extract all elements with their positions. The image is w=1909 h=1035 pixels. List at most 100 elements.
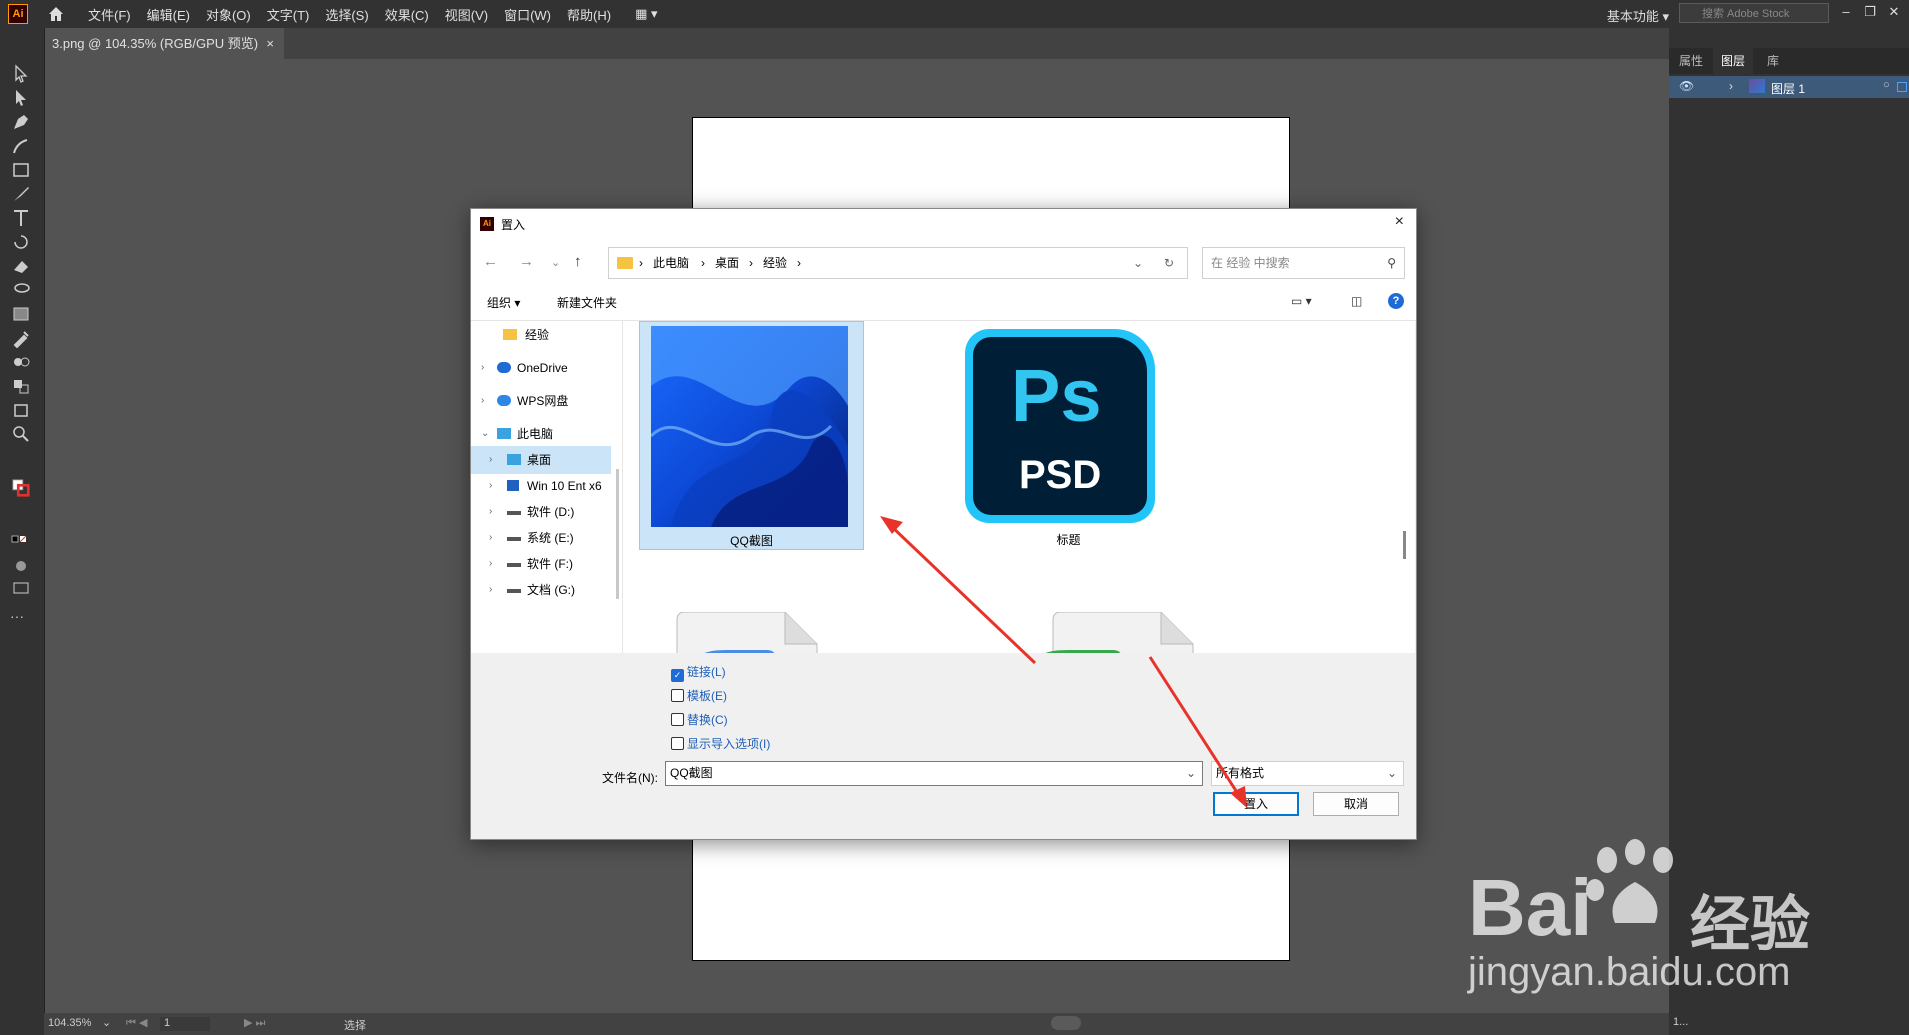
address-dropdown-icon[interactable]: ⌄ xyxy=(1133,248,1143,278)
menu-edit[interactable]: 编辑(E) xyxy=(147,5,190,24)
menu-select[interactable]: 选择(S) xyxy=(325,5,368,24)
curvature-tool-icon[interactable] xyxy=(10,136,32,156)
file-tile-partial[interactable] xyxy=(1043,611,1203,653)
view-mode-icon[interactable]: ▭ ▾ xyxy=(1291,294,1312,308)
home-icon[interactable] xyxy=(46,4,66,24)
nav-item-drive-g[interactable]: › 文档 (G:) xyxy=(471,576,611,604)
menu-object[interactable]: 对象(O) xyxy=(206,5,251,24)
menu-window[interactable]: 窗口(W) xyxy=(504,5,551,24)
breadcrumb-item[interactable]: 经验 xyxy=(763,248,787,278)
layout-grid-icon[interactable]: ▦ ▾ xyxy=(635,6,657,22)
document-tab[interactable]: 3.png @ 104.35% (RGB/GPU 预览) × xyxy=(44,28,284,59)
gradient-tool-icon[interactable] xyxy=(10,304,32,324)
nav-item-folder[interactable]: 经验 xyxy=(471,321,611,349)
nav-item-wps[interactable]: › WPS网盘 xyxy=(471,387,611,415)
place-button[interactable]: 置入 xyxy=(1213,792,1299,816)
type-tool-icon[interactable] xyxy=(10,208,32,228)
nav-item-desktop[interactable]: › 桌面 xyxy=(471,446,611,474)
draw-mode-icon[interactable] xyxy=(10,556,32,576)
zoom-level[interactable]: 104.35% xyxy=(48,1017,91,1029)
nav-item-this-pc[interactable]: ⌄ 此电脑 xyxy=(471,420,611,448)
artboard-number[interactable]: 1 xyxy=(160,1017,210,1031)
brush-tool-icon[interactable] xyxy=(10,184,32,204)
blend-tool-icon[interactable] xyxy=(10,352,32,372)
restore-icon[interactable]: ❐ xyxy=(1859,2,1881,22)
menu-effect[interactable]: 效果(C) xyxy=(385,5,429,24)
drive-icon xyxy=(507,563,521,567)
visibility-eye-icon[interactable]: 👁 xyxy=(1679,79,1694,93)
dialog-close-icon[interactable]: × xyxy=(1395,213,1404,231)
rectangle-tool-icon[interactable] xyxy=(10,160,32,180)
lasso-tool-icon[interactable] xyxy=(10,280,32,300)
template-checkbox[interactable]: 模板(E) xyxy=(671,687,727,704)
status-bar: 104.35% ⌄ ⏮ ◀ 1 ▶ ⏭ 选择 xyxy=(44,1013,1669,1035)
layer-row[interactable]: 👁 › 图层 1 ○ xyxy=(1669,76,1909,98)
nav-item-drive-e[interactable]: › 系统 (E:) xyxy=(471,524,611,552)
tab-libraries[interactable]: 库 xyxy=(1759,48,1787,74)
zoom-tool-icon[interactable] xyxy=(10,424,32,444)
nav-item-win10[interactable]: › Win 10 Ent x6 xyxy=(471,472,611,500)
address-bar[interactable]: › 此电脑 › 桌面 › 经验 › ⌄ ↻ xyxy=(608,247,1188,279)
menu-type[interactable]: 文字(T) xyxy=(267,5,310,24)
file-tile-title[interactable]: Ps PSD 标题 xyxy=(957,321,1180,548)
color-mode-icon[interactable] xyxy=(10,530,32,550)
replace-checkbox[interactable]: 替换(C) xyxy=(671,711,728,728)
nav-item-drive-f[interactable]: › 软件 (F:) xyxy=(471,550,611,578)
tab-properties[interactable]: 属性 xyxy=(1671,48,1711,74)
screen-mode-icon[interactable] xyxy=(10,578,32,598)
forward-arrow-icon[interactable]: → xyxy=(519,253,534,270)
organize-button[interactable]: 组织 ▾ xyxy=(487,294,520,311)
rotate-tool-icon[interactable] xyxy=(10,232,32,252)
expand-chevron-icon[interactable]: › xyxy=(1729,79,1733,93)
history-dropdown-icon[interactable]: ⌄ xyxy=(551,256,560,269)
back-arrow-icon[interactable]: ← xyxy=(483,253,498,270)
filename-input[interactable]: QQ截图 ⌄ xyxy=(665,761,1203,786)
stock-search-input[interactable]: 搜索 Adobe Stock xyxy=(1679,3,1829,23)
artboard-tool-icon[interactable] xyxy=(10,400,32,420)
menu-help[interactable]: 帮助(H) xyxy=(567,5,611,24)
file-type-select[interactable]: 所有格式 ⌄ xyxy=(1211,761,1404,786)
minimize-icon[interactable]: – xyxy=(1835,2,1857,22)
zoom-dropdown-icon[interactable]: ⌄ xyxy=(102,1016,111,1029)
artboard-nav-prev-icon[interactable]: ⏮ ◀ xyxy=(126,1016,147,1030)
pen-tool-icon[interactable] xyxy=(10,112,32,132)
eyedropper-tool-icon[interactable] xyxy=(10,328,32,348)
show-import-options-checkbox[interactable]: 显示导入选项(I) xyxy=(671,735,770,752)
selection-tool-icon[interactable] xyxy=(10,64,32,84)
close-icon[interactable]: ✕ xyxy=(1883,2,1905,22)
refresh-icon[interactable]: ↻ xyxy=(1164,248,1174,278)
tab-close-icon[interactable]: × xyxy=(266,28,274,59)
menu-view[interactable]: 视图(V) xyxy=(445,5,488,24)
layer-name[interactable]: 图层 1 xyxy=(1771,80,1805,97)
horizontal-scrollbar-thumb[interactable] xyxy=(1051,1016,1081,1030)
breadcrumb-item[interactable]: 此电脑 xyxy=(653,248,689,278)
up-arrow-icon[interactable]: ↑ xyxy=(574,253,582,270)
filename-dropdown-icon[interactable]: ⌄ xyxy=(1186,762,1196,785)
workspace-switcher[interactable]: 基本功能 ▾ xyxy=(1607,6,1669,25)
fill-stroke-swatch-icon[interactable] xyxy=(10,478,32,498)
nav-scrollbar[interactable] xyxy=(616,469,619,599)
nav-item-drive-d[interactable]: › 软件 (D:) xyxy=(471,498,611,526)
artboard-nav-next-icon[interactable]: ▶ ⏭ xyxy=(244,1016,265,1030)
file-tile-qq[interactable]: QQ截图 xyxy=(639,321,864,550)
cancel-button[interactable]: 取消 xyxy=(1313,792,1399,816)
folder-search-input[interactable]: 在 经验 中搜索 ⚲ xyxy=(1202,247,1405,279)
nav-item-onedrive[interactable]: › OneDrive xyxy=(471,354,611,382)
menu-bar: Ai 文件(F) 编辑(E) 对象(O) 文字(T) 选择(S) 效果(C) 视… xyxy=(0,0,1909,28)
shape-builder-icon[interactable] xyxy=(10,376,32,396)
tab-layers[interactable]: 图层 xyxy=(1713,48,1754,74)
link-checkbox[interactable]: ✓ 链接(L) xyxy=(671,663,726,682)
file-tile-partial[interactable] xyxy=(667,611,827,653)
more-tools-icon[interactable]: ··· xyxy=(10,608,32,628)
menu-file[interactable]: 文件(F) xyxy=(88,5,131,24)
direct-selection-tool-icon[interactable] xyxy=(10,88,32,108)
file-type-dropdown-icon[interactable]: ⌄ xyxy=(1387,762,1397,785)
eraser-tool-icon[interactable] xyxy=(10,256,32,276)
help-icon[interactable]: ? xyxy=(1388,293,1404,309)
preview-pane-icon[interactable]: ◫ xyxy=(1351,294,1362,308)
file-list-scrollbar[interactable] xyxy=(1403,531,1406,559)
target-circle-icon[interactable]: ○ xyxy=(1883,79,1890,91)
new-folder-button[interactable]: 新建文件夹 xyxy=(557,294,617,311)
breadcrumb-item[interactable]: 桌面 xyxy=(715,248,739,278)
selection-square-icon[interactable] xyxy=(1897,82,1907,92)
